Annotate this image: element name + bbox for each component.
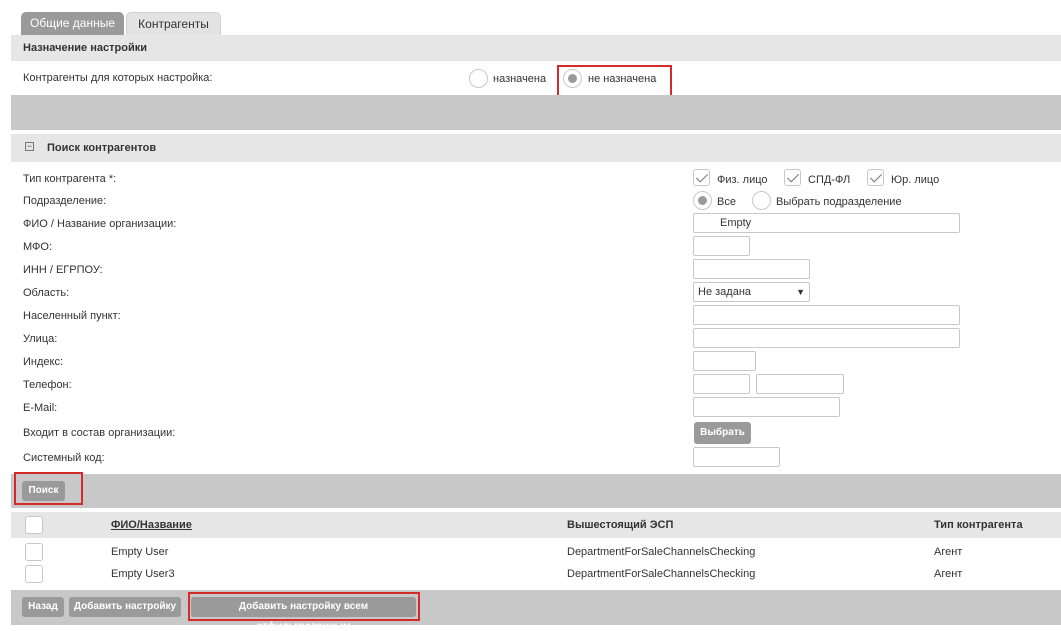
column-name-header[interactable]: ФИО/Название [111,519,192,531]
checkbox-individual-label: Физ. лицо [717,174,768,186]
phone-number-input[interactable] [756,374,844,394]
radio-department-all[interactable] [693,191,712,210]
assignment-header: Назначение настройки [11,35,1061,61]
city-label: Населенный пункт: [23,310,121,322]
region-select-value: Не задана [698,286,752,298]
back-button[interactable]: Назад [22,597,64,617]
add-setting-button[interactable]: Добавить настройку [69,597,181,617]
radio-department-all-label: Все [717,196,736,208]
inn-label: ИНН / ЕГРПОУ: [23,264,103,276]
dropdown-arrow-icon: ▼ [796,287,805,297]
inn-input[interactable] [693,259,810,279]
highlight-not-assigned [557,65,672,97]
radio-department-choose-label: Выбрать подразделение [776,196,902,208]
radio-department-choose[interactable] [752,191,771,210]
tab-general[interactable]: Общие данные [21,12,124,35]
org-label: Входит в состав организации: [23,427,176,439]
index-input[interactable] [693,351,756,371]
region-label: Область: [23,287,70,299]
assignment-title: Назначение настройки [23,42,147,54]
row-checkbox[interactable] [25,543,43,561]
street-label: Улица: [23,333,58,345]
choose-org-button[interactable]: Выбрать [694,422,751,444]
row-parent: DepartmentForSaleChannelsChecking [567,568,756,580]
name-label: ФИО / Название организации: [23,218,177,230]
department-label: Подразделение: [23,195,107,207]
select-all-checkbox[interactable] [25,516,43,534]
search-title: Поиск контрагентов [47,142,157,154]
row-name: Empty User [111,546,169,558]
mfo-input[interactable] [693,236,750,256]
checkbox-spd-label: СПД-ФЛ [808,174,851,186]
region-select[interactable]: Не задана ▼ [693,282,810,302]
mfo-label: МФО: [23,241,53,253]
phone-code-input[interactable] [693,374,750,394]
row-checkbox[interactable] [25,565,43,583]
checkbox-individual[interactable] [693,169,710,186]
checkbox-legal[interactable] [867,169,884,186]
syscode-input[interactable] [693,447,780,467]
checkbox-legal-label: Юр. лицо [891,174,940,186]
row-parent: DepartmentForSaleChannelsChecking [567,546,756,558]
minus-square-icon[interactable]: − [25,142,34,151]
syscode-label: Системный код: [23,452,105,464]
email-input[interactable] [693,397,840,417]
highlight-search-button [14,472,83,505]
index-label: Индекс: [23,356,64,368]
search-header[interactable]: − Поиск контрагентов [11,134,1061,162]
row-type: Агент [934,546,963,558]
type-label: Тип контрагента *: [23,173,117,185]
email-label: E-Mail: [23,402,58,414]
column-type-header: Тип контрагента [934,519,1023,531]
radio-assigned-label: назначена [493,73,547,85]
assignment-label: Контрагенты для которых настройка: [23,72,213,84]
name-input[interactable]: Empty [693,213,960,233]
street-input[interactable] [693,328,960,348]
radio-assigned[interactable] [469,69,488,88]
search-action-bar [11,474,1061,508]
tab-counterparties[interactable]: Контрагенты [126,12,221,35]
highlight-add-all-button [188,592,420,621]
phone-label: Телефон: [23,379,72,391]
checkbox-spd[interactable] [784,169,801,186]
row-name: Empty User3 [111,568,175,580]
city-input[interactable] [693,305,960,325]
assignment-spacer-bar [11,95,1061,130]
column-parent-header: Вышестоящий ЭСП [567,519,674,531]
row-type: Агент [934,568,963,580]
